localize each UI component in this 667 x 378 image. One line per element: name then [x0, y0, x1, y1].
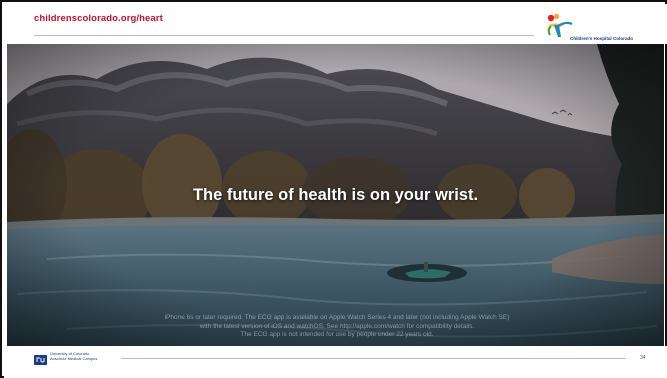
slide-header: childrenscolorado.org/heart Children's H… — [4, 4, 667, 44]
hero-video-frame[interactable]: The future of health is on your wrist. i… — [7, 44, 664, 346]
header-divider — [34, 35, 534, 36]
slide-footer: University of Colorado Anschutz Medical … — [4, 346, 667, 378]
childrens-hospital-logo-text: Children's Hospital Colorado — [570, 36, 634, 41]
slide-headline: The future of health is on your wrist. — [192, 186, 479, 204]
disclaimer-line: with the latest version of iOS and watch… — [199, 322, 475, 330]
childrens-hospital-logo: Children's Hospital Colorado — [542, 13, 667, 43]
page-number: 34 — [640, 355, 646, 361]
cu-logo-text: University of Colorado Anschutz Medical … — [50, 351, 98, 362]
slide-frame: childrenscolorado.org/heart Children's H… — [0, 0, 667, 378]
legal-disclaimer: iPhone 6s or later required. The ECG app… — [102, 314, 572, 340]
cu-logo-line-campus: Anschutz Medical Campus — [50, 355, 98, 361]
cu-logo-icon — [34, 355, 47, 365]
disclaimer-line: iPhone 6s or later required. The ECG app… — [164, 314, 510, 321]
cu-anschutz-logo: University of Colorado Anschutz Medical … — [34, 351, 114, 368]
footer-divider — [121, 358, 626, 359]
disclaimer-line: The ECG app is not intended for use by p… — [240, 331, 434, 338]
website-url[interactable]: childrenscolorado.org/heart — [34, 13, 163, 24]
